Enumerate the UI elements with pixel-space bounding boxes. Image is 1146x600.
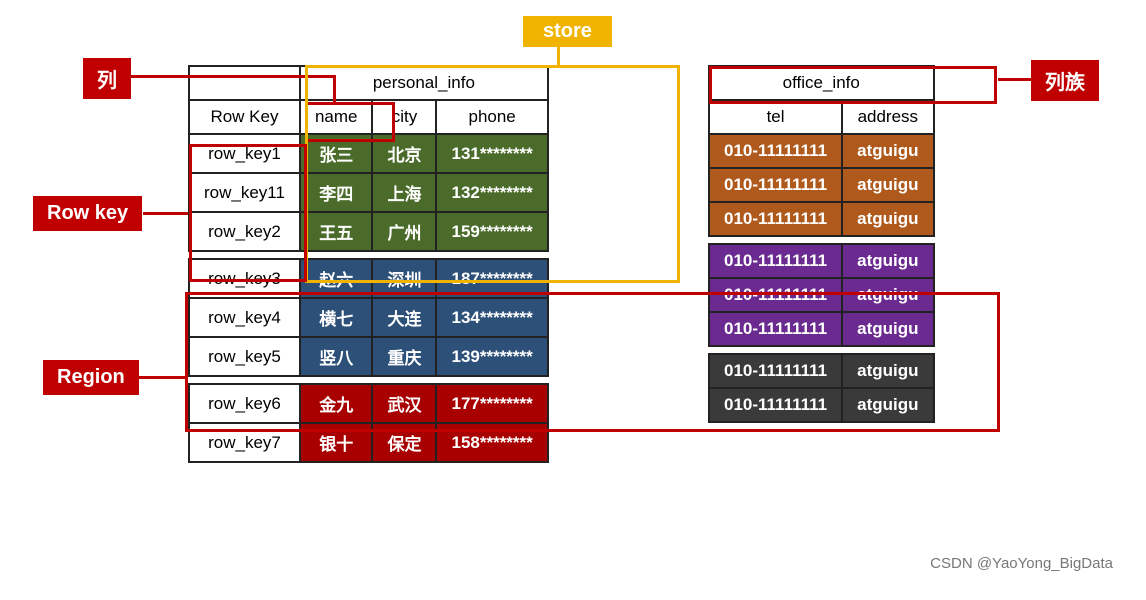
cell: atguigu xyxy=(842,202,933,236)
label-store: store xyxy=(523,16,612,47)
connector-rowkey xyxy=(143,212,188,215)
watermark: CSDN @YaoYong_BigData xyxy=(930,555,1113,572)
cell: 010-11111111 xyxy=(709,202,842,236)
cell-blank xyxy=(189,66,300,100)
col-tel: tel xyxy=(709,100,842,134)
connector-cf xyxy=(998,78,1033,81)
cell: atguigu xyxy=(842,168,933,202)
highlight-region xyxy=(185,292,1000,432)
cell: 010-11111111 xyxy=(709,168,842,202)
label-column: 列 xyxy=(83,58,131,99)
highlight-store xyxy=(305,65,680,283)
label-region: Region xyxy=(43,360,139,395)
col-rowkey: Row Key xyxy=(189,100,300,134)
cell: 010-11111111 xyxy=(709,244,842,278)
cell: atguigu xyxy=(842,134,933,168)
connector-region xyxy=(135,376,185,379)
cell: atguigu xyxy=(842,244,933,278)
highlight-cf-office xyxy=(709,66,997,104)
label-rowkey: Row key xyxy=(33,196,142,231)
col-address: address xyxy=(842,100,933,134)
highlight-rowkeys xyxy=(189,144,307,282)
cell: 010-11111111 xyxy=(709,134,842,168)
label-column-family: 列族 xyxy=(1031,60,1099,101)
hbase-diagram: store 列 列族 Row key Region personal_info … xyxy=(23,20,1123,580)
